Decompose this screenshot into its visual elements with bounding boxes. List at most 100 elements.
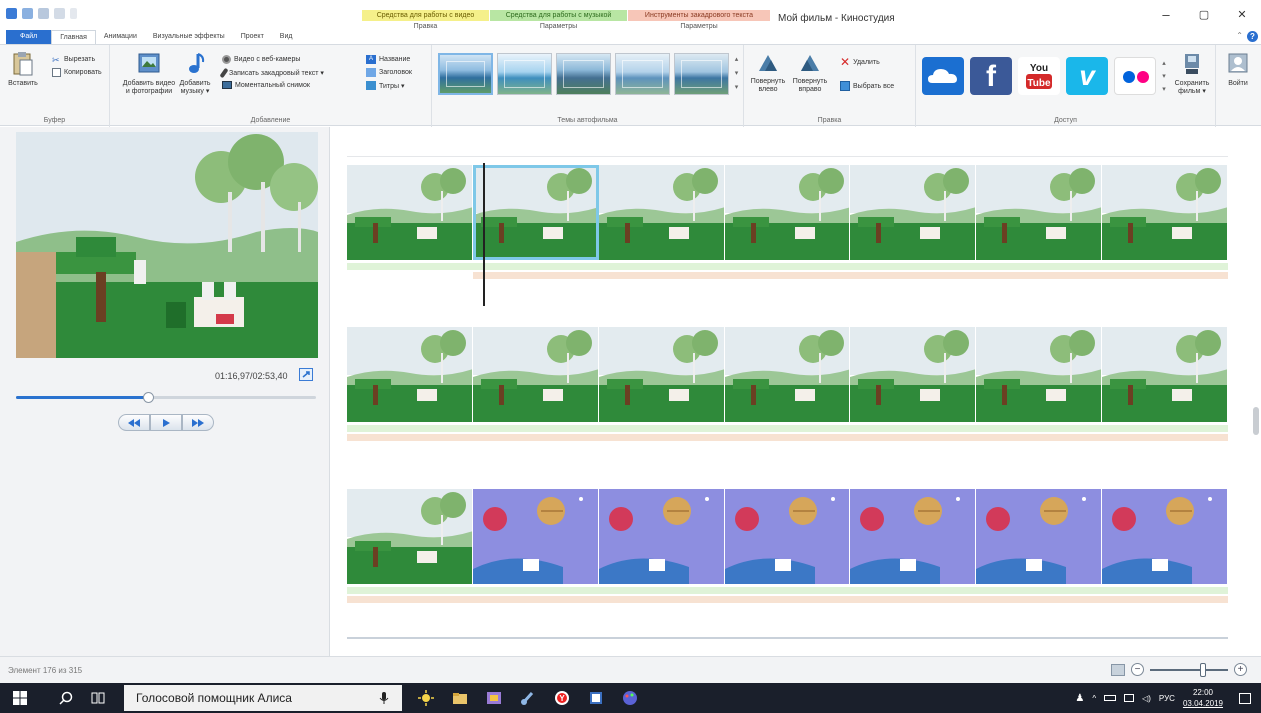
volume-icon[interactable]: ◁) <box>1142 694 1151 703</box>
video-preview[interactable] <box>16 132 318 358</box>
clip-frame[interactable] <box>598 165 725 260</box>
yandex-browser-icon[interactable]: Y <box>554 690 570 706</box>
playhead[interactable] <box>483 163 485 306</box>
clip-frame[interactable] <box>724 165 851 260</box>
close-button[interactable]: ✕ <box>1223 6 1261 24</box>
clip-frame[interactable] <box>724 489 851 584</box>
music-app-icon[interactable] <box>520 690 536 706</box>
youtube-share-button[interactable]: You Tube <box>1018 57 1060 95</box>
theme-thumbnail[interactable] <box>674 53 729 95</box>
share-more-icon[interactable]: ▴ ▾ ▾ <box>1160 57 1168 95</box>
sign-in-button[interactable]: Войти <box>1218 51 1258 88</box>
play-button[interactable] <box>150 414 182 431</box>
clip-frame[interactable] <box>976 489 1103 584</box>
customize-qat-icon[interactable] <box>70 8 77 19</box>
clip-frame[interactable] <box>1102 489 1229 584</box>
movie-maker-icon[interactable] <box>486 690 502 706</box>
clip-frame[interactable] <box>724 327 851 422</box>
clip-frame[interactable] <box>472 327 599 422</box>
show-hidden-icons[interactable]: ^ <box>1092 694 1096 703</box>
notifications-icon[interactable] <box>1239 692 1251 704</box>
file-explorer-icon[interactable] <box>452 690 468 706</box>
clip-frame[interactable] <box>850 165 977 260</box>
maximize-button[interactable]: ▢ <box>1185 6 1223 24</box>
add-music-button[interactable]: Добавить музыку ▾ <box>178 51 212 96</box>
music-track[interactable] <box>347 587 1228 594</box>
voice-assistant-search[interactable]: Голосовой помощник Алиса <box>124 685 402 711</box>
clip-frame[interactable] <box>850 327 977 422</box>
zoom-thumb[interactable] <box>1200 662 1207 677</box>
language-indicator[interactable]: РУС <box>1159 694 1175 703</box>
select-all-button[interactable]: Выбрать все <box>840 81 894 91</box>
credits-button[interactable]: Титры ▾ <box>366 81 404 90</box>
themes-more-icon[interactable]: ▴ ▾ ▾ <box>732 53 741 95</box>
title-button[interactable]: Заголовок <box>366 68 412 77</box>
webcam-video-button[interactable]: Видео с веб-камеры <box>222 55 300 64</box>
theme-thumbnail[interactable] <box>438 53 493 95</box>
snapshot-button[interactable]: Моментальный снимок <box>222 81 310 89</box>
help-icon[interactable]: ? <box>1247 31 1258 42</box>
tab-file[interactable]: Файл <box>6 30 52 44</box>
cut-button[interactable]: ✂ Вырезать <box>52 55 95 65</box>
app-menu-icon[interactable] <box>6 8 17 19</box>
clip-frame[interactable] <box>598 489 725 584</box>
seek-bar[interactable] <box>16 392 316 403</box>
microphone-icon[interactable] <box>376 690 392 706</box>
zoom-in-button[interactable]: + <box>1234 663 1247 676</box>
battery-icon[interactable] <box>1104 695 1117 701</box>
facebook-share-button[interactable]: f <box>970 57 1012 95</box>
music-track[interactable] <box>347 425 1228 432</box>
paint-app-icon[interactable] <box>622 690 638 706</box>
theme-thumbnail[interactable] <box>615 53 670 95</box>
search-icon[interactable] <box>58 690 74 706</box>
undo-icon[interactable] <box>38 8 49 19</box>
task-view-icon[interactable] <box>90 690 106 706</box>
storyboard-scrollbar[interactable] <box>1253 127 1259 656</box>
thumbnail-size-icon[interactable] <box>1111 663 1125 676</box>
collapse-ribbon-icon[interactable]: ⌃ <box>1236 31 1243 40</box>
narration-track[interactable] <box>473 272 1228 279</box>
clip-frame[interactable] <box>976 327 1103 422</box>
add-video-photos-button[interactable]: Добавить видео и фотографии <box>120 51 178 96</box>
tab-view[interactable]: Вид <box>272 30 301 44</box>
scrollbar-thumb[interactable] <box>1253 407 1259 435</box>
rotate-left-button[interactable]: Повернуть влево <box>748 51 788 94</box>
paste-button[interactable]: Вставить <box>8 51 38 88</box>
sun-app-icon[interactable] <box>418 690 434 706</box>
clock[interactable]: 22:00 03.04.2019 <box>1183 687 1223 709</box>
clip-frame[interactable] <box>472 489 599 584</box>
theme-thumbnail[interactable] <box>497 53 552 95</box>
clip-frame[interactable] <box>1102 165 1229 260</box>
previous-frame-button[interactable] <box>118 414 150 431</box>
delete-button[interactable]: ✕ Удалить <box>840 55 880 69</box>
seek-thumb[interactable] <box>143 392 154 403</box>
tab-home[interactable]: Главная <box>51 30 96 44</box>
vimeo-share-button[interactable]: v <box>1066 57 1108 95</box>
rotate-right-button[interactable]: Повернуть вправо <box>790 51 830 94</box>
tab-visual-effects[interactable]: Визуальные эффекты <box>145 30 233 44</box>
save-icon[interactable] <box>22 8 33 19</box>
narration-track[interactable] <box>347 596 1228 603</box>
tab-animations[interactable]: Анимации <box>96 30 145 44</box>
clip-frame[interactable] <box>347 327 473 422</box>
caption-button[interactable]: A Название <box>366 55 410 64</box>
onedrive-share-button[interactable] <box>922 57 964 95</box>
tab-project[interactable]: Проект <box>233 30 272 44</box>
next-frame-button[interactable] <box>182 414 214 431</box>
fullscreen-button[interactable] <box>299 368 313 381</box>
music-track[interactable] <box>347 263 1228 270</box>
theme-thumbnail[interactable] <box>556 53 611 95</box>
record-narration-button[interactable]: Записать закадровый текст ▾ <box>219 67 324 79</box>
zoom-slider[interactable] <box>1150 662 1228 677</box>
clip-frame[interactable] <box>347 489 473 584</box>
clip-frame-selected[interactable] <box>472 165 599 260</box>
clip-frame[interactable] <box>347 165 473 260</box>
clip-frame[interactable] <box>1102 327 1229 422</box>
people-icon[interactable]: ♟ <box>1075 693 1084 704</box>
clip-frame[interactable] <box>976 165 1103 260</box>
notes-app-icon[interactable] <box>588 690 604 706</box>
narration-track[interactable] <box>347 434 1228 441</box>
save-movie-button[interactable]: Сохранить фильм ▾ <box>1172 51 1212 96</box>
flickr-share-button[interactable] <box>1114 57 1156 95</box>
copy-button[interactable]: Копировать <box>52 68 102 77</box>
